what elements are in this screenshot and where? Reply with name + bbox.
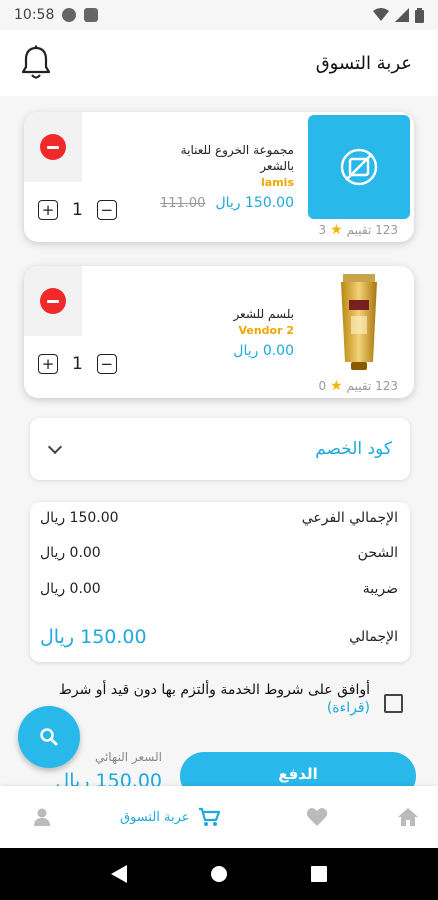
signal-icon [395, 8, 409, 22]
system-navigation-bar [0, 848, 438, 900]
quantity-stepper: + 1 − [38, 200, 117, 220]
remove-tile [24, 112, 82, 182]
price-row: 150.00 ريال 111.00 [154, 195, 294, 211]
increase-quantity-button[interactable]: + [38, 200, 58, 220]
vendor-name[interactable]: Vendor 2 [154, 324, 294, 337]
rating-count: 123 تقييم [346, 379, 398, 393]
terms-read-link[interactable]: (قراءة) [22, 700, 370, 716]
rating-value: 0 [318, 379, 327, 393]
rating-row: 123 تقييم ★ 3 [318, 222, 398, 238]
wifi-icon [373, 8, 389, 21]
remove-item-button[interactable] [40, 288, 66, 314]
star-icon: ★ [330, 222, 343, 238]
shipping-row: 0.00 ريال الشحن [40, 545, 398, 561]
vendor-name[interactable]: lamis [154, 176, 294, 189]
person-icon [34, 808, 50, 826]
terms-text-block: أوافق على شروط الخدمة وألتزم بها دون قيد… [22, 682, 412, 716]
price-row: 0.00 ريال [154, 343, 294, 359]
rating-value: 3 [318, 223, 327, 237]
page-title: عربة التسوق [315, 52, 412, 74]
shipping-value: 0.00 ريال [40, 545, 101, 561]
decrease-quantity-button[interactable]: − [96, 354, 117, 374]
remove-tile [24, 266, 82, 336]
old-price: 111.00 [159, 196, 206, 211]
battery-icon [415, 7, 424, 23]
total-row: 150.00 ريال الإجمالي [40, 626, 398, 648]
no-image-icon [340, 148, 378, 186]
product-image[interactable] [308, 270, 410, 374]
product-name[interactable]: بلسم للشعر [154, 306, 294, 322]
cart-item-card: + 1 − مجموعة الخروع للعناية بالشعر lamis… [24, 112, 414, 242]
quantity-stepper: + 1 − [38, 354, 117, 374]
phone-screen: 10:58 عربة التسوق + 1 − مجموعة الخروع لل… [0, 0, 438, 900]
status-time: 10:58 [14, 7, 55, 23]
bell-icon[interactable] [20, 45, 52, 81]
recents-square-icon[interactable] [310, 866, 327, 882]
remove-item-button[interactable] [40, 134, 66, 160]
product-image-placeholder[interactable] [308, 115, 410, 219]
item-info: بلسم للشعر Vendor 2 0.00 ريال [154, 306, 294, 359]
rating-row: 123 تقييم ★ 0 [318, 378, 398, 394]
status-right [373, 7, 424, 23]
subtotal-value: 150.00 ريال [40, 510, 119, 526]
nav-profile[interactable] [32, 786, 52, 848]
nav-cart[interactable]: عربة التسوق [120, 786, 220, 848]
status-bar: 10:58 [0, 0, 438, 30]
total-value: 150.00 ريال [40, 626, 147, 648]
nav-favorites[interactable] [306, 786, 328, 848]
cart-item-card: + 1 − بلسم للشعر Vendor 2 0.00 ريال 123 … [24, 266, 414, 398]
tax-label: ضريبة [362, 581, 398, 597]
notification-app-icon [62, 8, 77, 22]
nav-home[interactable] [398, 786, 418, 848]
quantity-value: 1 [72, 200, 83, 220]
tax-row: 0.00 ريال ضريبة [40, 581, 398, 597]
order-summary: 150.00 ريال الإجمالي الفرعي 0.00 ريال ال… [30, 502, 410, 662]
subtotal-row: 150.00 ريال الإجمالي الفرعي [40, 510, 398, 526]
product-name[interactable]: مجموعة الخروع للعناية بالشعر [154, 142, 294, 174]
conditioner-tube-image [341, 274, 377, 370]
coupon-label: كود الخصم [315, 439, 392, 459]
terms-text: أوافق على شروط الخدمة وألتزم بها دون قيد… [58, 682, 370, 698]
quantity-value: 1 [72, 354, 83, 374]
item-info: مجموعة الخروع للعناية بالشعر lamis 150.0… [154, 142, 294, 211]
status-left: 10:58 [14, 7, 99, 23]
subtotal-label: الإجمالي الفرعي [301, 510, 398, 526]
total-label: الإجمالي [349, 629, 398, 645]
search-fab[interactable] [18, 706, 80, 768]
home-circle-icon[interactable] [210, 865, 228, 883]
product-price: 0.00 ريال [233, 343, 294, 359]
home-icon [398, 808, 418, 826]
app-bar: عربة التسوق [0, 30, 438, 96]
star-icon: ★ [330, 378, 343, 394]
shipping-label: الشحن [357, 545, 398, 561]
product-price: 150.00 ريال [215, 195, 294, 211]
heart-icon [306, 808, 328, 826]
rating-count: 123 تقييم [346, 223, 398, 237]
shopping-cart-icon [198, 807, 220, 826]
increase-quantity-button[interactable]: + [38, 354, 58, 374]
coupon-dropdown[interactable]: كود الخصم [30, 418, 410, 480]
tax-value: 0.00 ريال [40, 581, 101, 597]
sim-card-icon [84, 8, 99, 22]
search-icon [40, 728, 58, 746]
nav-cart-label: عربة التسوق [120, 809, 190, 825]
chevron-down-icon [47, 439, 63, 454]
decrease-quantity-button[interactable]: − [96, 200, 117, 220]
bottom-navigation: عربة التسوق [0, 786, 438, 848]
back-triangle-icon[interactable] [111, 865, 128, 883]
